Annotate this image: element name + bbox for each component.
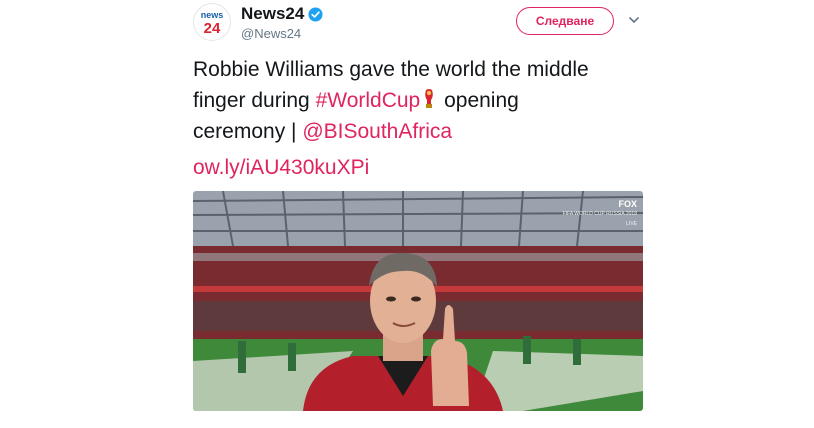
broadcaster-label: FOX [618, 199, 637, 209]
live-label: LIVE [626, 221, 637, 227]
tweet-line-3-prefix: ceremony | [193, 120, 303, 143]
follow-button[interactable]: Следване [516, 7, 614, 35]
tweet-url-link[interactable]: ow.ly/iAU430kuXPi [193, 156, 369, 180]
verified-icon [308, 6, 323, 22]
tweet-line-2: finger during #WorldCup opening [193, 85, 653, 116]
avatar-number: 24 [204, 20, 221, 37]
tweet-line-1: Robbie Williams gave the world the middl… [193, 58, 589, 81]
world-cup-trophy-icon [425, 89, 434, 108]
account-name[interactable]: News24 [241, 4, 304, 24]
avatar[interactable]: news 24 [193, 3, 231, 41]
mention-link[interactable]: @BISouthAfrica [302, 120, 452, 143]
account-name-row[interactable]: News24 [241, 4, 323, 24]
broadcast-logo: FOX FIFA WORLD CUP RUSSIA 2018 LIVE [563, 199, 637, 229]
tweet-line-2-prefix: finger during [193, 89, 316, 112]
chevron-down-icon[interactable] [627, 13, 641, 27]
tournament-label: FIFA WORLD CUP RUSSIA 2018 [562, 211, 637, 217]
tweet-text: Robbie Williams gave the world the middl… [193, 54, 653, 147]
account-handle[interactable]: @News24 [241, 26, 301, 41]
tweet-line-3: ceremony | @BISouthAfrica [193, 116, 653, 147]
hashtag-link[interactable]: #WorldCup [316, 89, 421, 112]
tweet-media-video[interactable]: FOX FIFA WORLD CUP RUSSIA 2018 LIVE [193, 191, 643, 411]
tweet-line-2-suffix: opening [438, 89, 519, 112]
avatar-text: news [201, 10, 224, 20]
